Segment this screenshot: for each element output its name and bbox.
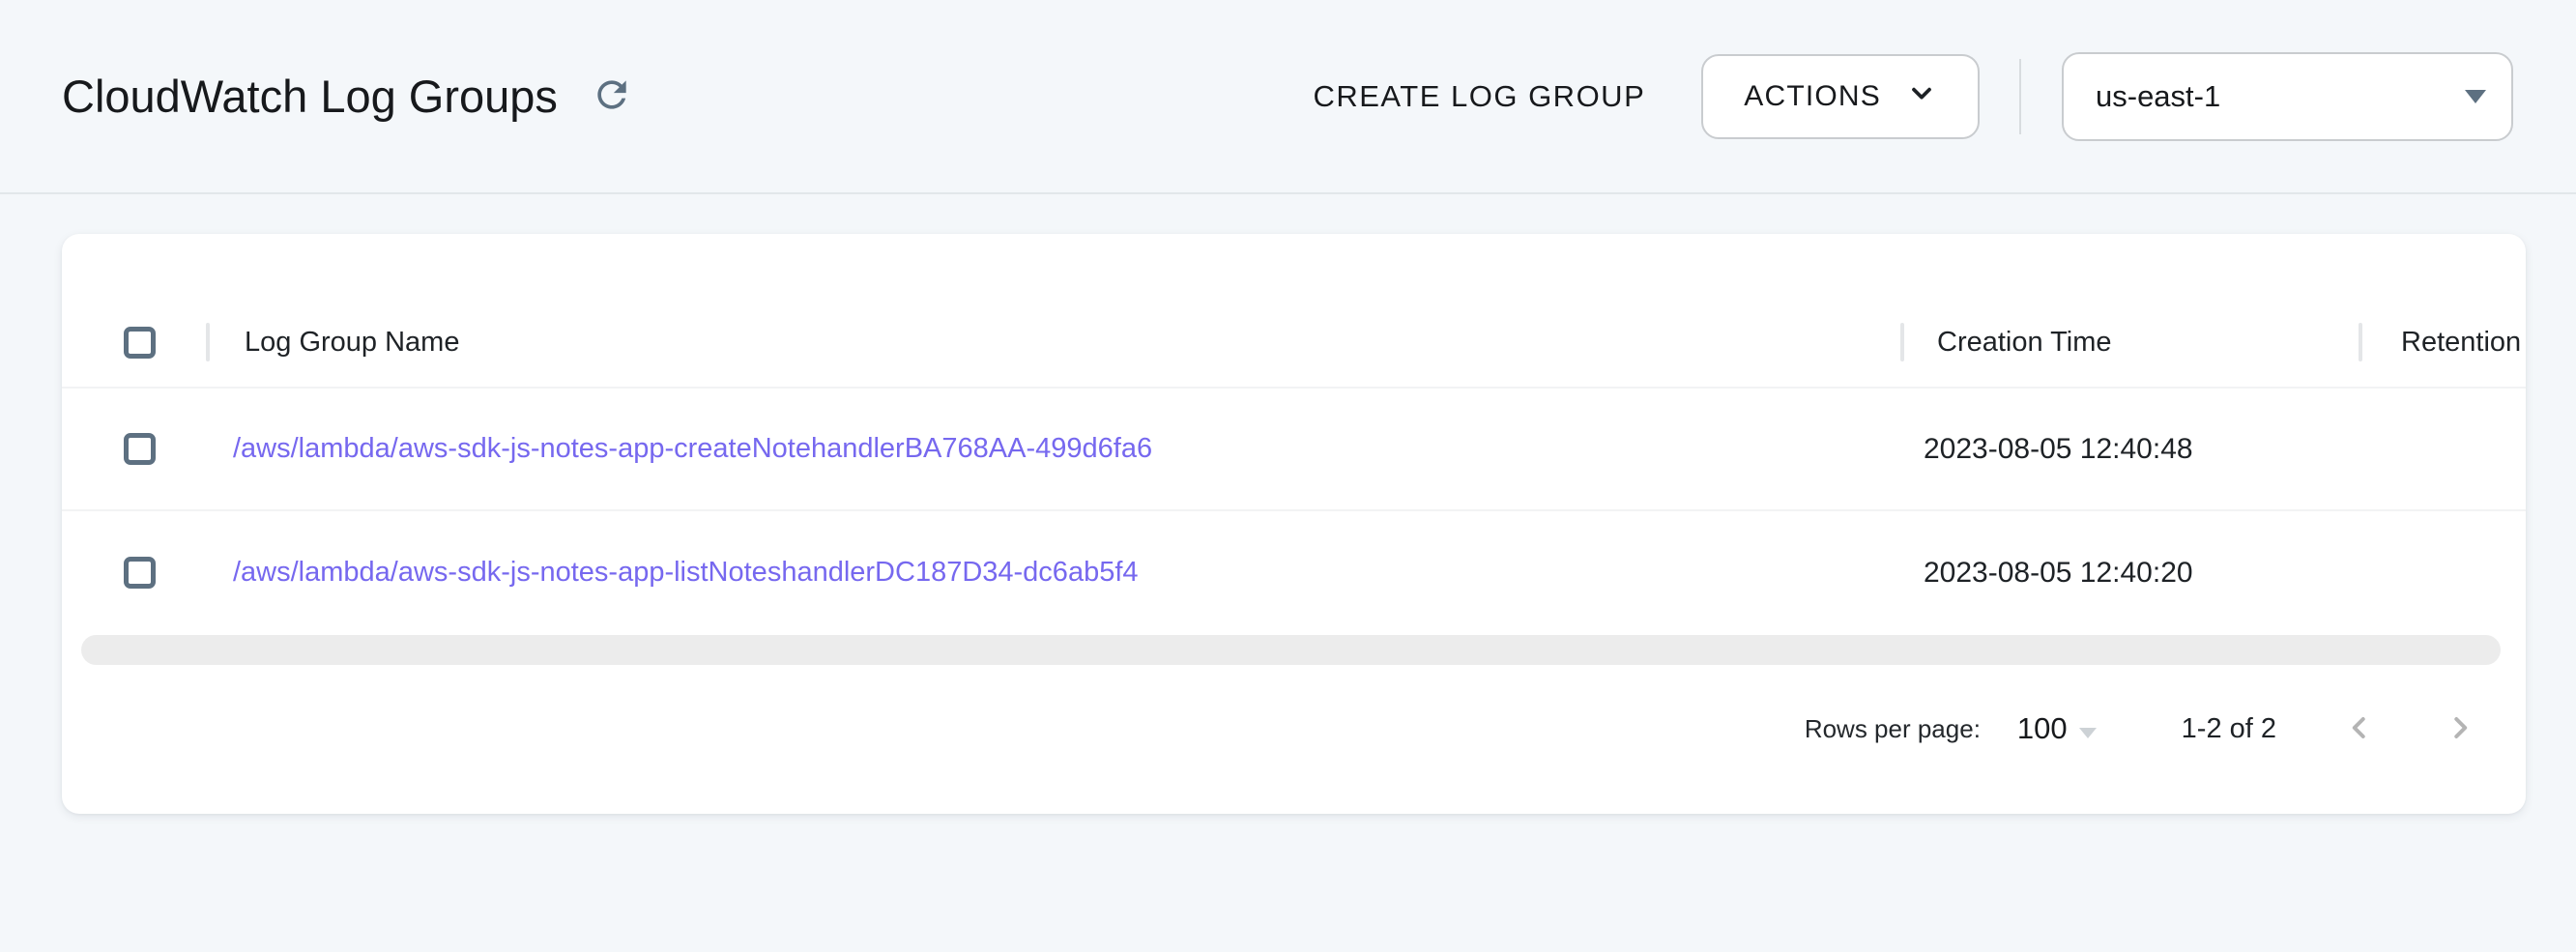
row-checkbox[interactable]: [124, 433, 156, 465]
table-row: /aws/lambda/aws-sdk-js-notes-app-listNot…: [62, 511, 2526, 634]
chevron-down-icon: [1906, 77, 1937, 116]
refresh-icon: [591, 73, 633, 119]
horizontal-scrollbar-thumb[interactable]: [81, 635, 2501, 665]
actions-button-label: ACTIONS: [1744, 80, 1881, 113]
log-groups-card: Log Group Name Creation Time Retention /…: [62, 234, 2526, 814]
column-header-retention[interactable]: Retention: [2359, 327, 2526, 359]
next-page-button[interactable]: [2439, 707, 2481, 750]
table-row: /aws/lambda/aws-sdk-js-notes-app-createN…: [62, 389, 2526, 511]
topbar-actions-group: CREATE LOG GROUP ACTIONS us-east-1: [1313, 52, 2513, 141]
header-checkbox-cell: [62, 327, 206, 359]
log-group-name-cell: /aws/lambda/aws-sdk-js-notes-app-createN…: [206, 433, 1900, 465]
topbar: CloudWatch Log Groups CREATE LOG GROUP A…: [0, 0, 2576, 194]
row-checkbox-cell: [62, 557, 206, 589]
creation-time-cell: 2023-08-05 12:40:20: [1900, 557, 2359, 590]
column-header-creation-time[interactable]: Creation Time: [1900, 327, 2359, 359]
log-group-link[interactable]: /aws/lambda/aws-sdk-js-notes-app-createN…: [233, 433, 1152, 464]
create-log-group-button[interactable]: CREATE LOG GROUP: [1313, 79, 1645, 114]
chevron-left-icon: [2342, 710, 2377, 748]
rows-per-page-label: Rows per page:: [1805, 714, 1981, 744]
region-select-value: us-east-1: [2096, 79, 2220, 114]
log-group-link[interactable]: /aws/lambda/aws-sdk-js-notes-app-listNot…: [233, 557, 1139, 588]
refresh-button[interactable]: [585, 70, 639, 124]
pagination-bar: Rows per page: 100 1-2 of 2: [1805, 698, 2481, 760]
select-all-checkbox[interactable]: [124, 327, 156, 359]
column-header-log-group-name[interactable]: Log Group Name: [206, 327, 1900, 359]
dropdown-arrow-icon: [2079, 728, 2097, 738]
rows-per-page-value: 100: [2017, 711, 2068, 746]
topbar-divider: [2019, 59, 2021, 134]
rows-per-page-select[interactable]: 100: [2017, 711, 2097, 746]
actions-button[interactable]: ACTIONS: [1701, 54, 1980, 139]
row-checkbox-cell: [62, 433, 206, 465]
pagination-range-label: 1-2 of 2: [2182, 713, 2276, 745]
dropdown-arrow-icon: [2465, 90, 2486, 103]
creation-time-cell: 2023-08-05 12:40:48: [1900, 433, 2359, 466]
row-checkbox[interactable]: [124, 557, 156, 589]
chevron-right-icon: [2443, 710, 2477, 748]
log-group-name-cell: /aws/lambda/aws-sdk-js-notes-app-listNot…: [206, 557, 1900, 589]
region-select[interactable]: us-east-1: [2062, 52, 2513, 141]
cloudwatch-log-groups-screen: CloudWatch Log Groups CREATE LOG GROUP A…: [0, 0, 2576, 952]
page-title: CloudWatch Log Groups: [62, 70, 558, 123]
table-header-row: Log Group Name Creation Time Retention: [62, 298, 2526, 389]
previous-page-button[interactable]: [2338, 707, 2381, 750]
